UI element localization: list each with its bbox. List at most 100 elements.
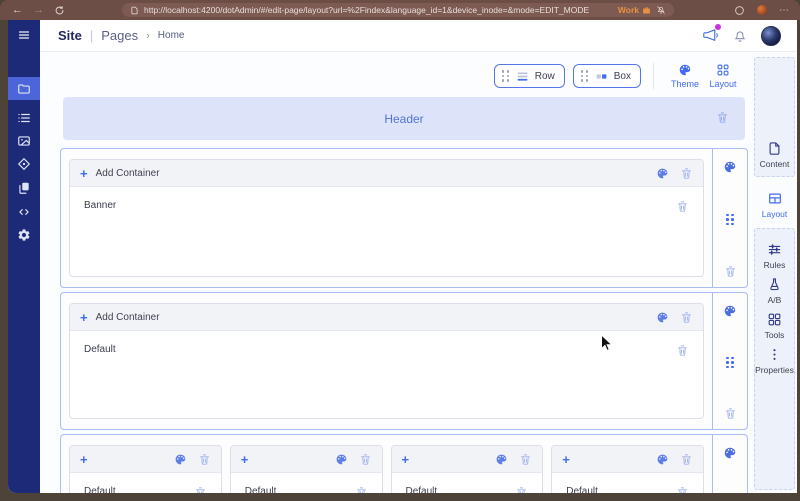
user-avatar[interactable] — [761, 26, 781, 46]
theme-button-label: Theme — [671, 79, 699, 89]
tab-tools[interactable]: Tools — [765, 312, 785, 340]
trash-icon[interactable] — [355, 486, 368, 493]
sidebar-item-content[interactable] — [8, 106, 40, 130]
menu-toggle-button[interactable] — [8, 24, 40, 46]
trash-icon[interactable] — [676, 486, 689, 493]
tab-ab-testing[interactable]: A/B — [767, 277, 782, 305]
container-header: + — [70, 446, 221, 473]
trash-icon[interactable] — [676, 344, 689, 357]
trash-icon[interactable] — [194, 486, 207, 493]
plus-icon[interactable]: + — [80, 310, 88, 325]
row-drag-handle-icon[interactable] — [726, 357, 734, 369]
browser-profile-chip[interactable]: Work — [618, 5, 651, 15]
breadcrumb-section[interactable]: Pages — [101, 28, 138, 43]
breadcrumb-page[interactable]: Home — [158, 30, 185, 41]
row-style-palette-icon[interactable] — [723, 446, 737, 460]
trash-icon[interactable] — [519, 453, 532, 466]
breadcrumb-separator: | — [90, 28, 93, 43]
layout-button-label: Layout — [709, 79, 736, 89]
container-title: Default — [84, 486, 116, 493]
style-palette-icon[interactable] — [656, 311, 669, 324]
image-icon — [17, 134, 31, 148]
rail-panel-bottom: Rules A/B Tools Properties — [754, 228, 795, 490]
container-title: Default — [245, 486, 277, 493]
sidebar-item-assets[interactable] — [8, 129, 40, 153]
plus-icon[interactable]: + — [562, 452, 570, 467]
trash-icon[interactable] — [359, 453, 372, 466]
trash-icon[interactable] — [680, 311, 693, 324]
trash-icon[interactable] — [515, 486, 528, 493]
header-section[interactable]: Header — [63, 97, 745, 140]
browser-refresh-icon[interactable] — [54, 5, 65, 16]
container-header: + Add Container — [70, 160, 703, 187]
add-container-button[interactable]: Add Container — [96, 312, 160, 323]
container-title: Banner — [84, 200, 116, 213]
browser-avatar[interactable] — [757, 5, 767, 15]
row-drag-handle-icon[interactable] — [726, 214, 734, 226]
page-security-icon — [130, 6, 139, 15]
sidebar-item-templates[interactable] — [8, 176, 40, 200]
trash-icon[interactable] — [680, 167, 693, 180]
plus-icon[interactable]: + — [80, 166, 88, 181]
style-palette-icon[interactable] — [335, 453, 348, 466]
style-palette-icon[interactable] — [495, 453, 508, 466]
container-header: + — [392, 446, 543, 473]
plus-icon[interactable]: + — [402, 452, 410, 467]
style-palette-icon[interactable] — [656, 453, 669, 466]
browser-menu-icon[interactable]: ⋯ — [779, 5, 790, 16]
trash-icon[interactable] — [198, 453, 211, 466]
row-actions-strip — [712, 149, 747, 287]
tab-content[interactable]: Content — [760, 141, 790, 169]
layout-row: + Add Container Banner — [60, 148, 748, 288]
container-header: + — [552, 446, 703, 473]
notifications-button[interactable] — [732, 28, 748, 44]
row-style-palette-icon[interactable] — [723, 160, 737, 174]
row-button-label: Row — [535, 71, 555, 82]
row-actions-strip — [712, 435, 747, 493]
plus-icon[interactable]: + — [241, 452, 249, 467]
sidebar-item-settings[interactable] — [8, 223, 40, 247]
sidebar-item-marketing[interactable] — [8, 152, 40, 176]
trash-icon[interactable] — [716, 111, 729, 124]
sidebar-item-dev-tools[interactable] — [8, 200, 40, 224]
target-icon — [17, 157, 31, 171]
row-icon — [516, 70, 529, 83]
trash-icon[interactable] — [676, 200, 689, 213]
alerts-icon[interactable] — [656, 5, 666, 15]
style-palette-icon[interactable] — [656, 167, 669, 180]
tab-properties[interactable]: Properties — [755, 347, 794, 375]
breadcrumb-site[interactable]: Site — [58, 28, 82, 43]
tab-layout[interactable]: Layout — [752, 185, 797, 225]
add-box-button[interactable]: Box — [573, 64, 641, 88]
tab-rules[interactable]: Rules — [764, 242, 786, 270]
app-header: Site | Pages › Home — [40, 20, 797, 52]
trash-icon[interactable] — [680, 453, 693, 466]
sidebar-item-site-browser[interactable] — [8, 77, 40, 100]
layout-toolbar: Row Box Theme Layout — [494, 58, 742, 94]
container-title: Default — [84, 344, 116, 357]
browser-extensions-icon[interactable] — [734, 5, 745, 16]
plus-icon[interactable]: + — [80, 452, 88, 467]
header-section-label: Header — [384, 112, 423, 126]
layout-properties-button[interactable]: Layout — [704, 63, 742, 89]
row-style-palette-icon[interactable] — [723, 304, 737, 318]
url-text: http://localhost:4200/dotAdmin/#/edit-pa… — [144, 5, 613, 15]
browser-forward-icon[interactable]: → — [33, 4, 44, 16]
palette-icon — [678, 63, 692, 77]
container-title: Default — [566, 486, 598, 493]
container-box: + Default — [391, 445, 544, 493]
tab-layout-label: Layout — [762, 209, 788, 219]
row-trash-icon[interactable] — [724, 407, 737, 420]
code-icon — [17, 205, 31, 219]
url-bar[interactable]: http://localhost:4200/dotAdmin/#/edit-pa… — [122, 3, 674, 17]
add-container-button[interactable]: Add Container — [96, 168, 160, 179]
row-trash-icon[interactable] — [724, 265, 737, 278]
container-header: + Add Container — [70, 304, 703, 331]
theme-button[interactable]: Theme — [666, 63, 704, 89]
content-list-icon — [17, 111, 31, 125]
add-row-button[interactable]: Row — [494, 64, 565, 88]
tab-rules-label: Rules — [764, 260, 786, 270]
announcements-button[interactable] — [702, 27, 719, 44]
browser-back-icon[interactable]: ← — [12, 4, 23, 16]
style-palette-icon[interactable] — [174, 453, 187, 466]
